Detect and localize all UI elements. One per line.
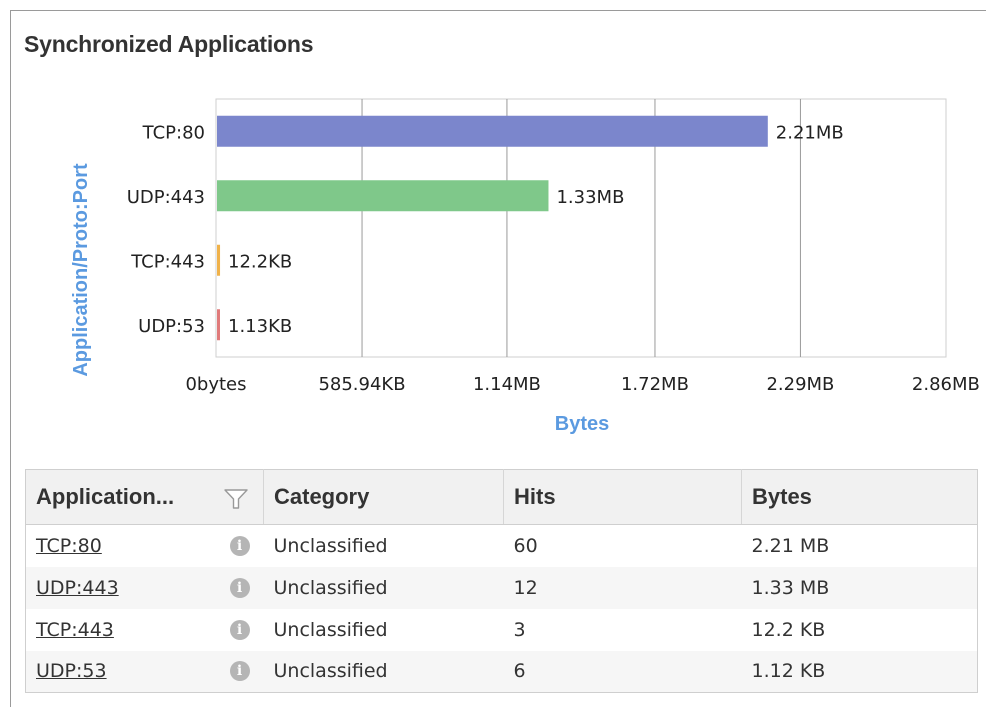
bytes-cell: 1.12 KB [741, 650, 978, 693]
x-tick-labels: 0bytes 585.94KB 1.14MB 1.72MB 2.29MB 2.86MB [185, 374, 979, 395]
x-tick-label: 2.86MB [912, 374, 980, 395]
application-link[interactable]: TCP:80 [36, 535, 102, 557]
bars [217, 115, 768, 341]
application-link[interactable]: UDP:53 [36, 660, 107, 682]
column-header-hits[interactable]: Hits [503, 469, 742, 525]
column-header-application-label: Application... [36, 484, 175, 509]
category-label: TCP:80 [142, 122, 205, 143]
bar-tcp-80 [217, 115, 768, 147]
category-label: UDP:53 [138, 316, 205, 337]
table-row: UDP:53 i Unclassified 6 1.12 KB [25, 650, 978, 693]
bar-udp-53 [217, 309, 220, 341]
bytes-cell: 2.21 MB [751, 534, 830, 557]
category-cell: Unclassified [273, 618, 388, 641]
x-tick-label: 1.14MB [473, 374, 541, 395]
info-icon[interactable]: i [229, 577, 250, 598]
column-header-application[interactable]: Application... [25, 469, 264, 525]
info-icon[interactable]: i [229, 661, 250, 682]
category-labels: TCP:80 UDP:443 TCP:443 UDP:53 [127, 122, 205, 337]
x-axis-title: Bytes [555, 413, 609, 435]
data-label: 12.2KB [228, 251, 292, 272]
category-cell: Unclassified [263, 566, 504, 609]
application-cell: TCP:80 i [26, 525, 264, 567]
table-row: TCP:80 i Unclassified 60 2.21 MB [26, 525, 978, 567]
application-link[interactable]: TCP:443 [36, 619, 114, 641]
x-tick-label: 2.29MB [766, 374, 834, 395]
info-icon[interactable]: i [229, 619, 250, 640]
funnel-icon[interactable] [223, 487, 249, 511]
category-label: TCP:443 [130, 251, 205, 272]
x-tick-label: 0bytes [185, 374, 246, 395]
category-cell: Unclassified [273, 534, 388, 557]
table-header-row: Application... Category Hits Bytes [25, 469, 978, 525]
hits-cell: 60 [513, 534, 538, 557]
data-label: 2.21MB [776, 122, 844, 143]
hits-cell: 3 [513, 618, 526, 641]
table-row: TCP:443 i Unclassified 3 12.2 KB [26, 609, 978, 651]
hits-cell: 6 [503, 650, 742, 693]
data-label: 1.13KB [228, 316, 292, 337]
value-labels: 2.21MB 1.33MB 12.2KB 1.13KB [228, 122, 844, 337]
application-cell: UDP:443 i [25, 566, 264, 609]
table-row: UDP:443 i Unclassified 12 1.33 MB [25, 566, 978, 609]
x-tick-label: 585.94KB [318, 374, 405, 395]
application-cell: UDP:53 i [25, 650, 264, 693]
bytes-bar-chart: TCP:80 UDP:443 TCP:443 UDP:53 2.21MB 1.33MB 1… [70, 98, 980, 435]
data-label: 1.33MB [556, 187, 624, 208]
column-header-bytes[interactable]: Bytes [741, 469, 978, 525]
applications-table: Application... Category Hits Bytes TCP:8… [25, 469, 978, 693]
x-tick-label: 1.72MB [621, 374, 689, 395]
application-link[interactable]: UDP:443 [36, 577, 119, 599]
column-header-category[interactable]: Category [263, 469, 504, 525]
category-cell: Unclassified [263, 650, 504, 693]
bar-udp-443 [217, 180, 549, 212]
info-icon[interactable]: i [229, 535, 250, 556]
bytes-cell: 12.2 KB [751, 618, 826, 641]
bar-tcp-443 [217, 244, 221, 276]
bytes-cell: 1.33 MB [741, 566, 978, 609]
application-cell: TCP:443 i [26, 609, 264, 651]
category-label: UDP:443 [127, 187, 205, 208]
hits-cell: 12 [503, 566, 742, 609]
y-axis-title: Application/Proto:Port [70, 163, 92, 377]
